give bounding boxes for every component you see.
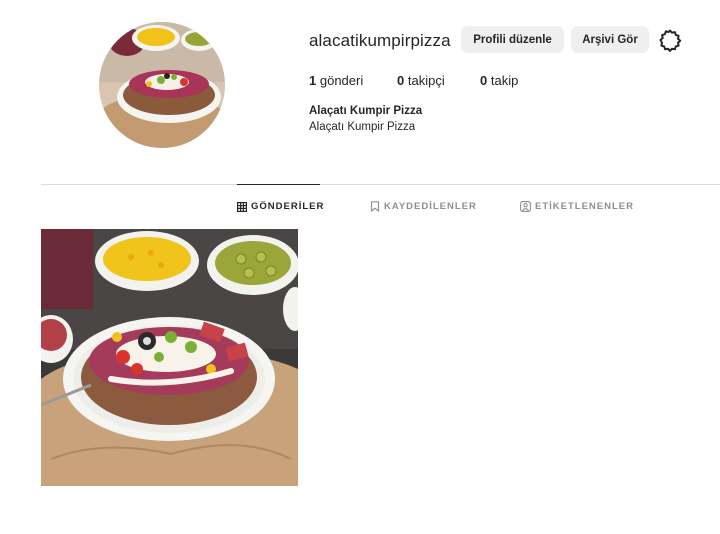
tabs-divider bbox=[41, 184, 720, 185]
grid-icon bbox=[237, 201, 247, 212]
settings-gear-icon[interactable] bbox=[658, 28, 682, 52]
tab-tagged-label: ETİKETLENENLER bbox=[535, 201, 634, 212]
profile-bio: Alaçatı Kumpir Pizza bbox=[309, 121, 416, 133]
tag-user-icon bbox=[520, 201, 531, 212]
following-label: takip bbox=[490, 73, 519, 88]
post-thumbnail[interactable] bbox=[41, 229, 298, 486]
view-archive-button[interactable]: Arşivi Gör bbox=[571, 26, 649, 53]
profile-username: alacatikumpirpizza bbox=[309, 31, 451, 50]
post-image bbox=[41, 229, 298, 486]
tab-saved-label: KAYDEDİLENLER bbox=[384, 201, 477, 212]
avatar-image bbox=[99, 22, 225, 148]
bookmark-icon bbox=[370, 201, 380, 212]
followers-count: 0 bbox=[397, 73, 405, 88]
stat-following[interactable]: 0 takip bbox=[480, 73, 518, 88]
profile-avatar[interactable] bbox=[99, 22, 225, 148]
active-tab-indicator bbox=[237, 184, 320, 185]
tab-tagged[interactable]: ETİKETLENENLER bbox=[520, 201, 634, 212]
edit-profile-button[interactable]: Profili düzenle bbox=[461, 26, 564, 53]
posts-label: gönderi bbox=[319, 73, 364, 88]
following-count: 0 bbox=[480, 73, 488, 88]
tab-saved[interactable]: KAYDEDİLENLER bbox=[370, 201, 477, 212]
tab-posts-label: GÖNDERİLER bbox=[251, 201, 325, 212]
stat-followers[interactable]: 0 takipçi bbox=[397, 73, 445, 88]
profile-full-name: Alaçatı Kumpir Pizza bbox=[309, 105, 423, 117]
stat-posts: 1 gönderi bbox=[309, 73, 363, 88]
followers-label: takipçi bbox=[407, 73, 445, 88]
posts-count: 1 bbox=[309, 73, 317, 88]
tab-posts[interactable]: GÖNDERİLER bbox=[237, 201, 324, 212]
